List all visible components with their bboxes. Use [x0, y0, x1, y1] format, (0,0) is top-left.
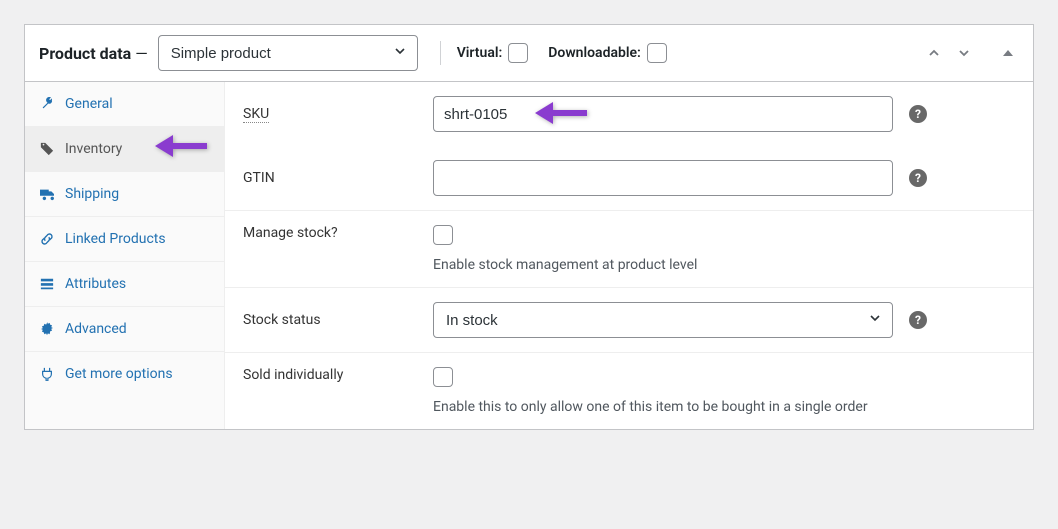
- collapse-toggle[interactable]: [997, 42, 1019, 64]
- downloadable-label: Downloadable:: [548, 45, 641, 61]
- tab-inventory[interactable]: Inventory: [25, 127, 224, 172]
- link-icon: [39, 231, 55, 247]
- tab-label: Attributes: [65, 276, 126, 292]
- sold-individually-label: Sold individually: [243, 367, 433, 383]
- tab-label: Linked Products: [65, 231, 166, 247]
- move-up-button[interactable]: [923, 42, 945, 64]
- tab-general[interactable]: General: [25, 82, 224, 127]
- help-icon[interactable]: ?: [909, 169, 927, 187]
- tab-label: Inventory: [65, 141, 122, 157]
- tag-icon: [39, 141, 55, 157]
- field-group-stock-status: Stock status In stock ?: [225, 288, 1033, 353]
- downloadable-checkbox[interactable]: [647, 43, 667, 63]
- tab-label: Advanced: [65, 321, 127, 337]
- gtin-label: GTIN: [243, 170, 433, 186]
- tab-advanced[interactable]: Advanced: [25, 307, 224, 352]
- manage-stock-checkbox[interactable]: [433, 225, 453, 245]
- help-icon[interactable]: ?: [909, 311, 927, 329]
- panel-title-text: Product data: [39, 44, 131, 63]
- virtual-toggle[interactable]: Virtual:: [457, 43, 529, 63]
- move-down-button[interactable]: [953, 42, 975, 64]
- panel-title: Product data —: [39, 44, 148, 63]
- virtual-checkbox[interactable]: [508, 43, 528, 63]
- field-group-identity: SKU ? GTIN ?: [225, 82, 1033, 211]
- sold-individually-hint: Enable this to only allow one of this it…: [433, 399, 868, 415]
- stock-status-select[interactable]: In stock: [433, 302, 893, 338]
- field-group-sold-individually: Sold individually Enable this to only al…: [225, 353, 1033, 429]
- manage-stock-hint: Enable stock management at product level: [433, 257, 697, 273]
- tab-attributes[interactable]: Attributes: [25, 262, 224, 307]
- product-data-tabs: General Inventory Shipping: [25, 82, 225, 429]
- sold-individually-checkbox[interactable]: [433, 367, 453, 387]
- panel-order-controls: [923, 42, 1019, 64]
- field-group-manage-stock: Manage stock? Enable stock management at…: [225, 211, 1033, 288]
- gear-icon: [39, 321, 55, 337]
- sku-input[interactable]: [433, 96, 893, 132]
- truck-icon: [39, 186, 55, 202]
- tab-label: Shipping: [65, 186, 119, 202]
- tab-get-more-options[interactable]: Get more options: [25, 352, 224, 396]
- list-icon: [39, 276, 55, 292]
- sku-label: SKU: [243, 106, 433, 122]
- stock-status-label: Stock status: [243, 312, 433, 328]
- vertical-separator: [440, 41, 441, 65]
- virtual-label: Virtual:: [457, 45, 503, 61]
- manage-stock-label: Manage stock?: [243, 225, 433, 241]
- help-icon[interactable]: ?: [909, 105, 927, 123]
- plug-icon: [39, 366, 55, 382]
- wrench-icon: [39, 96, 55, 112]
- tab-shipping[interactable]: Shipping: [25, 172, 224, 217]
- panel-header: Product data — Simple product Virtual: D…: [25, 25, 1033, 82]
- tab-linked-products[interactable]: Linked Products: [25, 217, 224, 262]
- panel-title-dash: —: [131, 44, 147, 63]
- panel-body: General Inventory Shipping: [25, 82, 1033, 429]
- inventory-panel: SKU ? GTIN ?: [225, 82, 1033, 429]
- product-type-select[interactable]: Simple product: [158, 35, 418, 71]
- tab-label: Get more options: [65, 366, 173, 382]
- gtin-input[interactable]: [433, 160, 893, 196]
- annotation-arrow-icon: [155, 133, 207, 159]
- downloadable-toggle[interactable]: Downloadable:: [548, 43, 667, 63]
- tab-label: General: [65, 96, 113, 112]
- product-data-panel: Product data — Simple product Virtual: D…: [24, 24, 1034, 430]
- product-type-select-wrap: Simple product: [158, 35, 418, 71]
